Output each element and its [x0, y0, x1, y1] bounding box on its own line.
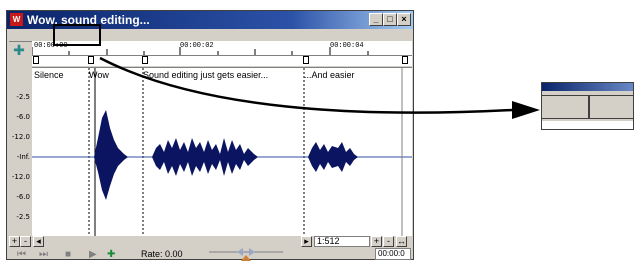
sound-forge-icon[interactable]: W	[10, 13, 23, 26]
zoom-ratio-field[interactable]: 1:512	[314, 236, 370, 247]
maximize-button[interactable]: □	[383, 13, 397, 26]
zoom-out-button[interactable]: -	[20, 236, 31, 247]
zoom-in-vertical-button[interactable]: +	[371, 236, 382, 247]
zoomed-timeline-strip	[542, 121, 633, 129]
axis-label: -6.0	[16, 193, 30, 201]
waveform-view[interactable]: Silence Wow Sound editing just gets easi…	[32, 67, 412, 236]
zoomed-cursor-line	[588, 96, 590, 118]
close-button[interactable]: ×	[397, 13, 411, 26]
region-marker[interactable]	[303, 56, 309, 64]
zoom-full-button[interactable]: ↔	[396, 236, 407, 247]
data-window: W Wow, sound editing... _ □ × ✚ 00:00:00…	[6, 10, 414, 261]
zoomed-title-strip	[542, 83, 633, 91]
region-marker[interactable]	[33, 56, 39, 64]
amplitude-axis: -2.5 -6.0 -12.0 -Inf. -12.0 -6.0 -2.5	[9, 67, 32, 235]
region-marker[interactable]	[142, 56, 148, 64]
axis-label: -12.0	[11, 133, 30, 141]
minimize-button[interactable]: _	[369, 13, 383, 26]
zoom-out-vertical-button[interactable]: -	[383, 236, 394, 247]
scrub-icon[interactable]: ✚	[107, 249, 115, 260]
region-marker[interactable]	[88, 56, 94, 64]
axis-label: -6.0	[16, 113, 30, 121]
scroll-right-button[interactable]: ▸	[301, 236, 312, 247]
callout-highlight-box	[53, 24, 101, 46]
stop-icon[interactable]: ■	[65, 249, 71, 260]
go-to-end-icon[interactable]: ⏭	[39, 249, 48, 260]
axis-label: -2.5	[16, 213, 30, 221]
zoomed-overview-bar	[542, 95, 633, 119]
region-marker[interactable]	[402, 56, 408, 64]
zoomed-overview-inset	[541, 82, 634, 130]
rate-label: Rate: 0.00	[141, 249, 183, 259]
zoom-in-button[interactable]: +	[9, 236, 20, 247]
play-icon[interactable]: ▶	[89, 249, 97, 260]
time-display: 00:00:0	[375, 248, 411, 260]
transport-bar: ⏮ ⏭ ■ ▶ ✚ Rate: 0.00 00:00:0	[9, 247, 411, 261]
waveform-plot	[32, 68, 412, 236]
axis-label: -12.0	[11, 173, 30, 181]
axis-label: -Inf.	[16, 153, 30, 161]
scroll-left-button[interactable]: ◂	[33, 236, 44, 247]
scrub-slider[interactable]	[207, 247, 287, 261]
rewind-icon[interactable]: ⏮	[17, 249, 26, 260]
region-marker-bar[interactable]	[32, 56, 412, 66]
axis-label: -2.5	[16, 93, 30, 101]
